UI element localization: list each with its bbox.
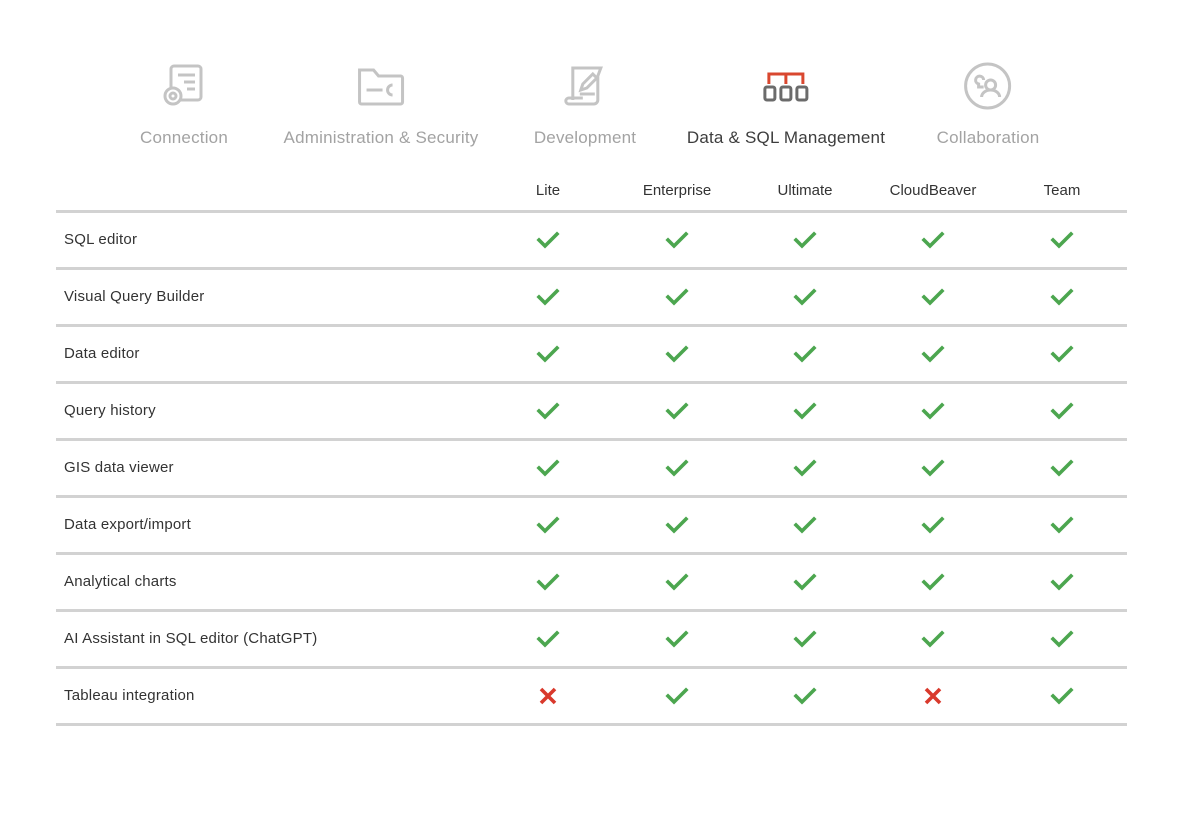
tab-development[interactable]: Development xyxy=(534,58,636,158)
check-icon xyxy=(535,227,561,253)
tab-label: Collaboration xyxy=(936,128,1040,147)
check-icon xyxy=(535,284,561,310)
tab-administration-security[interactable]: Administration & Security xyxy=(284,58,479,158)
scroll-pencil-icon xyxy=(557,58,613,114)
feature-name: Data editor xyxy=(64,345,140,362)
table-row: Analytical charts xyxy=(56,555,1127,612)
check-icon xyxy=(664,569,690,595)
check-icon xyxy=(664,626,690,652)
check-icon xyxy=(535,341,561,367)
table-row: Visual Query Builder xyxy=(56,270,1127,327)
table-row: Data editor xyxy=(56,327,1127,384)
feature-name: Visual Query Builder xyxy=(64,288,205,305)
feature-comparison-table: Lite Enterprise Ultimate CloudBeaver Tea… xyxy=(56,172,1127,726)
check-icon xyxy=(792,398,818,424)
check-icon xyxy=(920,284,946,310)
column-header-cloudbeaver: CloudBeaver xyxy=(889,182,977,199)
tab-data-sql-management[interactable]: Data & SQL Management xyxy=(687,58,885,158)
check-icon xyxy=(920,569,946,595)
tab-collaboration[interactable]: Collaboration xyxy=(937,58,1040,158)
feature-name: Query history xyxy=(64,402,156,419)
table-body: SQL editor Visual Query Builder Data edito… xyxy=(56,213,1127,726)
check-icon xyxy=(664,455,690,481)
table-row: GIS data viewer xyxy=(56,441,1127,498)
check-icon xyxy=(1049,398,1075,424)
feature-name: SQL editor xyxy=(64,231,138,248)
table-row: Query history xyxy=(56,384,1127,441)
check-icon xyxy=(1049,341,1075,367)
feature-name: AI Assistant in SQL editor (ChatGPT) xyxy=(64,630,318,647)
check-icon xyxy=(535,512,561,538)
check-icon xyxy=(920,227,946,253)
check-icon xyxy=(664,341,690,367)
check-icon xyxy=(792,683,818,709)
check-icon xyxy=(920,398,946,424)
table-row: Data export/import xyxy=(56,498,1127,555)
check-icon xyxy=(920,626,946,652)
tab-label: Development xyxy=(533,128,637,147)
check-icon xyxy=(1049,626,1075,652)
check-icon xyxy=(792,569,818,595)
cross-icon xyxy=(535,683,561,709)
tab-label: Data & SQL Management xyxy=(686,128,886,147)
check-icon xyxy=(664,512,690,538)
check-icon xyxy=(664,227,690,253)
data-hierarchy-icon xyxy=(758,58,814,114)
check-icon xyxy=(664,683,690,709)
check-icon xyxy=(535,569,561,595)
column-header-lite: Lite xyxy=(535,182,561,199)
check-icon xyxy=(535,398,561,424)
check-icon xyxy=(1049,284,1075,310)
table-header: Lite Enterprise Ultimate CloudBeaver Tea… xyxy=(56,172,1127,213)
check-icon xyxy=(535,626,561,652)
check-icon xyxy=(1049,455,1075,481)
feature-name: Data export/import xyxy=(64,516,191,533)
cross-icon xyxy=(920,683,946,709)
connection-settings-icon xyxy=(156,58,212,114)
check-icon xyxy=(1049,683,1075,709)
column-header-ultimate: Ultimate xyxy=(777,182,833,199)
tab-connection[interactable]: Connection xyxy=(140,58,228,158)
check-icon xyxy=(792,626,818,652)
folder-key-icon xyxy=(353,58,409,114)
table-row: SQL editor xyxy=(56,213,1127,270)
check-icon xyxy=(1049,569,1075,595)
check-icon xyxy=(920,455,946,481)
feature-name: Analytical charts xyxy=(64,573,177,590)
table-row: AI Assistant in SQL editor (ChatGPT) xyxy=(56,612,1127,669)
tab-label: Administration & Security xyxy=(283,128,479,147)
tab-label: Connection xyxy=(139,128,229,147)
check-icon xyxy=(792,284,818,310)
check-icon xyxy=(664,398,690,424)
check-icon xyxy=(535,455,561,481)
column-header-enterprise: Enterprise xyxy=(642,182,712,199)
check-icon xyxy=(792,512,818,538)
users-circle-icon xyxy=(960,58,1016,114)
check-icon xyxy=(792,341,818,367)
feature-name: GIS data viewer xyxy=(64,459,174,476)
check-icon xyxy=(920,341,946,367)
feature-name: Tableau integration xyxy=(64,687,195,704)
table-row: Tableau integration xyxy=(56,669,1127,726)
check-icon xyxy=(664,284,690,310)
category-tabs: Connection Administration & Security Dev… xyxy=(0,0,1182,160)
check-icon xyxy=(1049,227,1075,253)
column-header-team: Team xyxy=(1043,182,1081,199)
check-icon xyxy=(920,512,946,538)
check-icon xyxy=(792,455,818,481)
check-icon xyxy=(792,227,818,253)
check-icon xyxy=(1049,512,1075,538)
